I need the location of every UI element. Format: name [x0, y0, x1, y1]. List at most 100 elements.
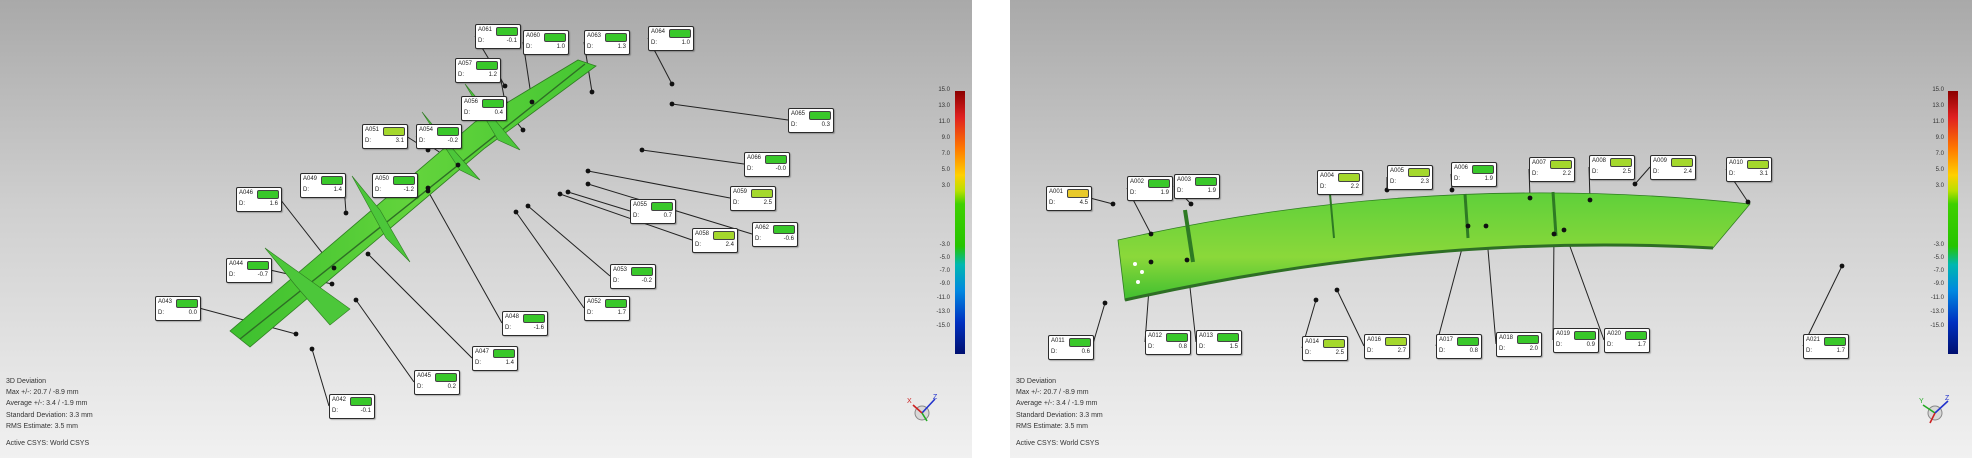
callout-a018[interactable]: A018 D: 2.0: [1496, 332, 1542, 357]
deviation-swatch: [713, 231, 735, 240]
leader-line: [355, 299, 415, 383]
callout-a057[interactable]: A057 D: 1.2: [455, 58, 501, 83]
deviation-value: 1.9: [1207, 188, 1216, 194]
callout-a017[interactable]: A017 D: 0.8: [1436, 334, 1482, 359]
scale-tick: 15.0: [938, 87, 950, 93]
measure-point: [529, 99, 535, 105]
deviation-stats-right: 3D Deviation Max +/-: 20.7 / -8.9 mm Ave…: [1016, 376, 1103, 449]
axis-triad-icon-left[interactable]: X Z: [905, 393, 939, 427]
callout-a063[interactable]: A063 D: 1.3: [584, 30, 630, 55]
deviation-label: D:: [365, 138, 371, 144]
measure-point: [425, 188, 431, 194]
color-scale-ticks-right: 15.0 13.0 11.0 9.0 7.0 5.0 3.0 -3.0 -5.0 -7.0 -9.0…: [1920, 87, 1944, 354]
deviation-label: D:: [695, 242, 701, 248]
scale-tick: 7.0: [941, 151, 950, 157]
deviation-swatch: [482, 99, 504, 108]
axis-triad-icon-right[interactable]: Y Z: [1918, 393, 1952, 427]
callout-id: A009: [1653, 158, 1668, 164]
scale-tick: 15.0: [1932, 87, 1944, 93]
deviation-swatch: [493, 349, 515, 358]
deviation-swatch: [809, 111, 831, 120]
callout-a012[interactable]: A012 D: 0.8: [1145, 330, 1191, 355]
callout-a059[interactable]: A059 D: 2.5: [730, 186, 776, 211]
callout-a021[interactable]: A021 D: 1.7: [1803, 334, 1849, 359]
callout-a045[interactable]: A045 D: 0.2: [414, 370, 460, 395]
callout-a003[interactable]: A003 D: 1.9: [1174, 174, 1220, 199]
deviation-swatch: [651, 202, 673, 211]
callout-a048[interactable]: A048 D: -1.6: [502, 311, 548, 336]
deviation-label: D:: [1049, 200, 1055, 206]
callout-a062[interactable]: A062 D: -0.6: [752, 222, 798, 247]
measure-point: [589, 89, 595, 95]
deviation-swatch: [544, 33, 566, 42]
callout-a064[interactable]: A064 D: 1.0: [648, 26, 694, 51]
deviation-value: 1.4: [333, 187, 342, 193]
stats-std-dev: Standard Deviation: 3.3 mm: [1016, 411, 1103, 419]
deviation-label: D:: [526, 44, 532, 50]
callout-a055[interactable]: A055 D: 0.7: [630, 199, 676, 224]
callout-a009[interactable]: A009 D: 2.4: [1650, 155, 1696, 180]
callout-a061[interactable]: A061 D: -0.1: [475, 24, 521, 49]
callout-a014[interactable]: A014 D: 2.5: [1302, 336, 1348, 361]
deviation-swatch: [437, 127, 459, 136]
measure-point: [1483, 223, 1489, 229]
callout-a016[interactable]: A016 D: 2.7: [1364, 334, 1410, 359]
scale-tick: -7.0: [939, 268, 950, 274]
callout-a004[interactable]: A004 D: 2.2: [1317, 170, 1363, 195]
measure-point: [309, 346, 315, 352]
callout-a058[interactable]: A058 D: 2.4: [692, 228, 738, 253]
deviation-label: D:: [613, 278, 619, 284]
callout-a011[interactable]: A011 D: 0.6: [1048, 335, 1094, 360]
callout-a043[interactable]: A043 D: 0.0: [155, 296, 201, 321]
measure-point: [293, 331, 299, 337]
measure-point: [1313, 297, 1319, 303]
deviation-swatch: [383, 127, 405, 136]
left-3d-viewport[interactable]: A061 D: -0.1 A060 D: 1.0 A063 D: 1.3 A064 D: 1.0 A05…: [0, 0, 972, 458]
scale-tick: -5.0: [939, 255, 950, 261]
callout-a049[interactable]: A049 D: 1.4: [300, 173, 346, 198]
deviation-value: 0.2: [447, 384, 456, 390]
deviation-value: 2.5: [1335, 350, 1344, 356]
callout-a001[interactable]: A001 D: 4.5: [1046, 186, 1092, 211]
deviation-stats-left: 3D Deviation Max +/-: 20.7 / -8.9 mm Ave…: [6, 376, 93, 449]
deviation-swatch: [765, 155, 787, 164]
callout-a052[interactable]: A052 D: 1.7: [584, 296, 630, 321]
deviation-swatch: [435, 373, 457, 382]
callout-a006[interactable]: A006 D: 1.9: [1451, 162, 1497, 187]
callout-a008[interactable]: A008 D: 2.5: [1589, 155, 1635, 180]
deviation-label: D:: [733, 200, 739, 206]
deviation-swatch: [1195, 177, 1217, 186]
callout-a046[interactable]: A046 D: 1.6: [236, 187, 282, 212]
stats-title: 3D Deviation: [6, 378, 47, 385]
callout-a060[interactable]: A060 D: 1.0: [523, 30, 569, 55]
callout-a053[interactable]: A053 D: -0.2: [610, 264, 656, 289]
callout-a051[interactable]: A051 D: 3.1: [362, 124, 408, 149]
deviation-label: D:: [1806, 348, 1812, 354]
callout-a007[interactable]: A007 D: 2.2: [1529, 157, 1575, 182]
callout-a065[interactable]: A065 D: 0.3: [788, 108, 834, 133]
deviation-swatch: [1069, 338, 1091, 347]
leader-line: [641, 149, 745, 165]
right-3d-viewport[interactable]: A001 D: 4.5 A002 D: 1.9 A003 D: 1.9 A004 D: 2.2 A005…: [1010, 0, 1972, 458]
deviation-swatch: [1148, 179, 1170, 188]
callout-a047[interactable]: A047 D: 1.4: [472, 346, 518, 371]
callout-id: A046: [239, 190, 254, 196]
callout-id: A052: [587, 299, 602, 305]
callout-id: A044: [229, 261, 244, 267]
callout-a020[interactable]: A020 D: 1.7: [1604, 328, 1650, 353]
callout-a005[interactable]: A005 D: 2.3: [1387, 165, 1433, 190]
callout-a044[interactable]: A044 D: -0.7: [226, 258, 272, 283]
scale-tick: 3.0: [941, 183, 950, 189]
callout-a050[interactable]: A050 D: -1.2: [372, 173, 418, 198]
callout-a019[interactable]: A019 D: 0.9: [1553, 328, 1599, 353]
deviation-value: 3.1: [1759, 171, 1768, 177]
callout-a013[interactable]: A013 D: 1.5: [1196, 330, 1242, 355]
callout-a056[interactable]: A056 D: 0.4: [461, 96, 507, 121]
callout-id: A047: [475, 349, 490, 355]
callout-a010[interactable]: A010 D: 3.1: [1726, 157, 1772, 182]
scale-tick: 13.0: [1932, 103, 1944, 109]
callout-a054[interactable]: A054 D: -0.2: [416, 124, 462, 149]
callout-a066[interactable]: A066 D: -0.0: [744, 152, 790, 177]
callout-a042[interactable]: A042 D: -0.1: [329, 394, 375, 419]
callout-a002[interactable]: A002 D: 1.9: [1127, 176, 1173, 201]
